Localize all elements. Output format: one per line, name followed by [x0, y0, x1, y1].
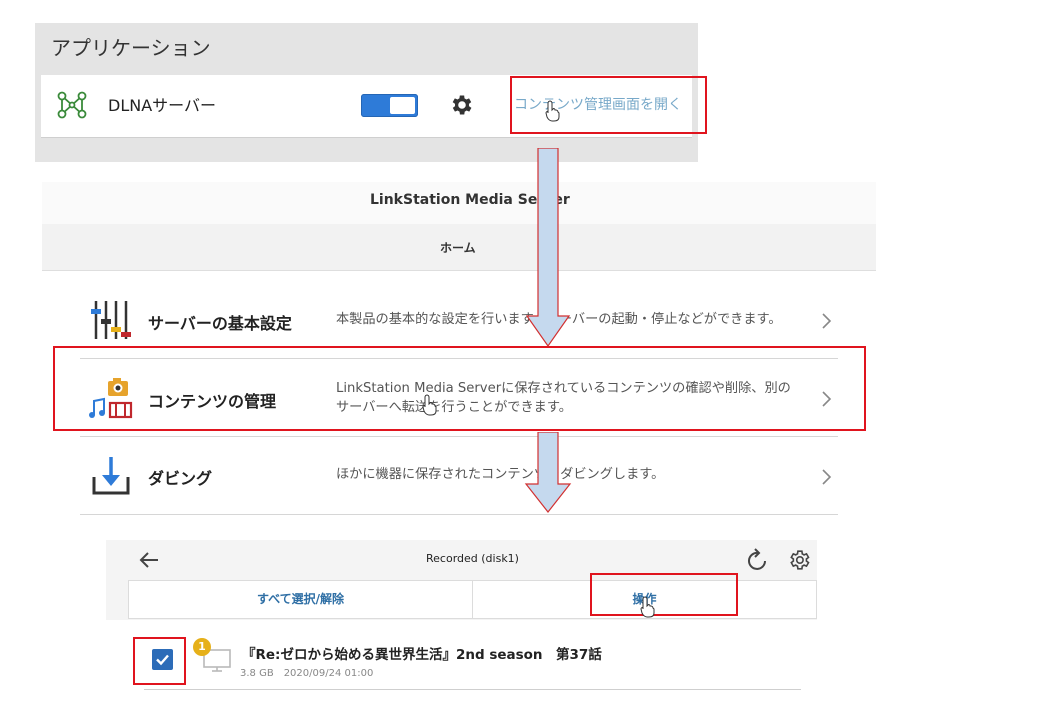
download-tray-icon	[92, 457, 130, 495]
dlna-server-label: DLNAサーバー	[108, 96, 216, 115]
highlight-frame-operation	[590, 573, 738, 616]
dlna-network-icon	[57, 91, 87, 119]
menu-description: ほかに機器に保存されたコンテンツをダビングします。	[336, 467, 665, 482]
highlight-frame-content-management	[53, 346, 866, 431]
flow-arrow-down-icon	[526, 148, 570, 348]
hand-cursor-icon	[640, 596, 655, 618]
select-all-button[interactable]: すべて選択/解除	[128, 580, 473, 619]
flow-arrow-down-icon	[524, 432, 572, 513]
home-breadcrumb[interactable]: ホーム	[440, 239, 476, 256]
back-arrow-icon[interactable]	[138, 550, 160, 570]
chevron-right-icon	[822, 469, 832, 485]
menu-title: ダビング	[148, 469, 213, 488]
breadcrumb-bar: ホーム	[42, 224, 876, 271]
panel-title: アプリケーション	[51, 36, 211, 60]
highlight-frame-open-link	[510, 76, 707, 134]
item-meta: 3.8 GB 2020/09/24 01:00	[240, 668, 374, 679]
chevron-right-icon	[822, 313, 832, 329]
dlna-enable-toggle[interactable]	[361, 94, 418, 117]
gear-icon[interactable]	[449, 92, 475, 118]
item-title: 『Re:ゼロから始める異世界生活』2nd season 第37話	[242, 647, 602, 663]
hand-cursor-icon	[422, 394, 437, 416]
menu-item-dubbing[interactable]: ダビング ほかに機器に保存されたコンテンツをダビングします。	[80, 437, 838, 515]
settings-gear-icon[interactable]	[787, 548, 811, 572]
hand-cursor-icon	[545, 100, 560, 122]
sliders-icon	[91, 301, 131, 339]
highlight-frame-checkbox	[133, 637, 186, 685]
toggle-knob	[390, 97, 415, 114]
count-badge: 1	[193, 638, 211, 656]
media-server-header: LinkStation Media Server	[42, 182, 876, 224]
refresh-icon[interactable]	[746, 547, 770, 573]
menu-title: サーバーの基本設定	[148, 314, 292, 333]
folder-title: Recorded (disk1)	[426, 552, 519, 565]
